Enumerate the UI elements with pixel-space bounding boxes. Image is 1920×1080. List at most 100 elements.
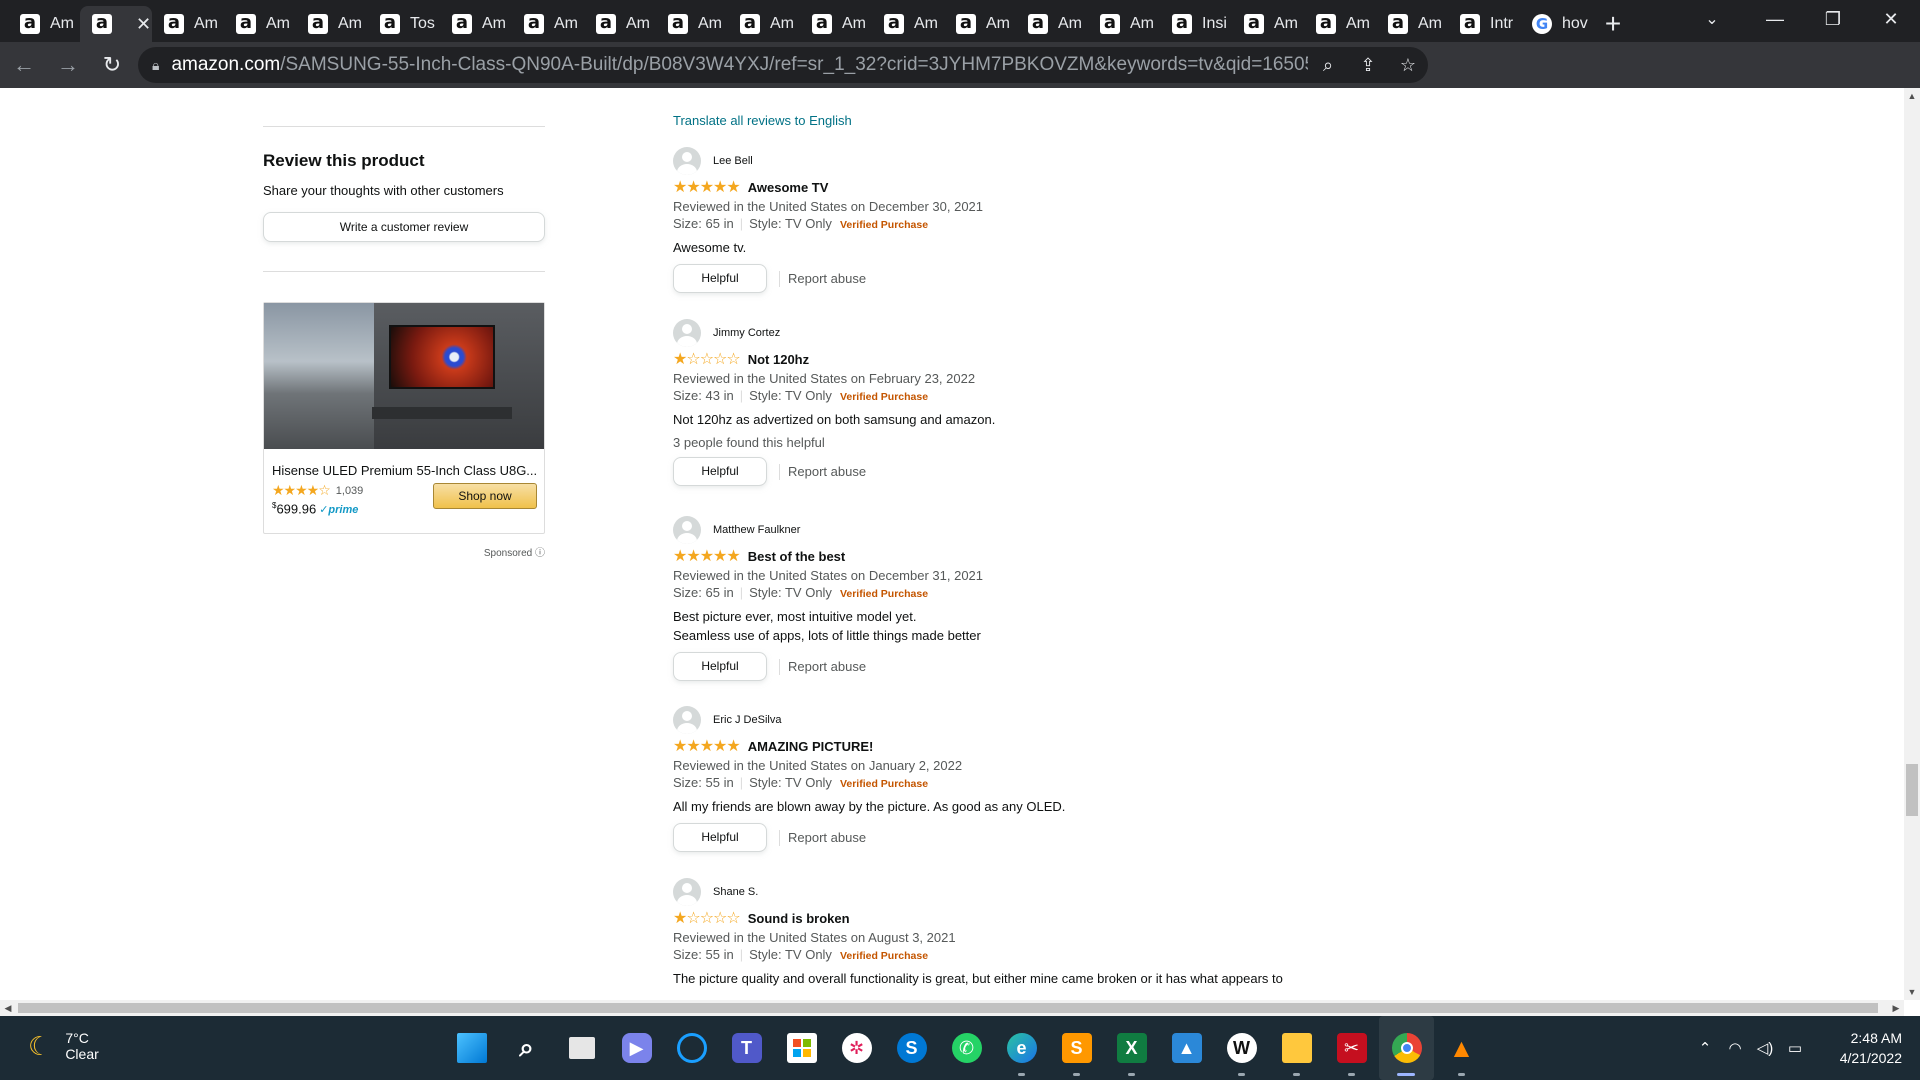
clock[interactable]: 2:48 AM 4/21/2022 [1810,1028,1920,1068]
taskbar-slack[interactable]: ✲ [829,1016,884,1080]
review-title[interactable]: Sound is broken [748,911,850,926]
taskbar-vlc[interactable]: ▲ [1434,1016,1489,1080]
review-author[interactable]: Eric J DeSilva [673,706,1333,734]
browser-tab[interactable]: a Am [1232,6,1304,42]
report-abuse-link[interactable]: Report abuse [779,463,866,480]
browser-tab[interactable]: a Am [1016,6,1088,42]
shop-now-button[interactable]: Shop now [433,483,537,509]
browser-tab[interactable]: a Intr [1448,6,1520,42]
ad-rating-count[interactable]: 1,039 [336,485,364,497]
taskbar-skype[interactable]: S [884,1016,939,1080]
review-title[interactable]: Best of the best [748,549,846,564]
review-size[interactable]: Size: 55 in [673,947,734,962]
star-rating[interactable]: ★★★★★ [673,177,741,197]
browser-tab[interactable]: a Am [1088,6,1160,42]
taskbar-chat[interactable]: ▶ [609,1016,664,1080]
review-author[interactable]: Lee Bell [673,147,1333,175]
taskbar-search[interactable]: ⌕ [499,1016,554,1080]
star-rating[interactable]: ★☆☆☆☆ [673,908,741,928]
browser-tab[interactable]: a Am [512,6,584,42]
browser-tab[interactable]: a Am [944,6,1016,42]
browser-tab[interactable]: a Am [296,6,368,42]
report-abuse-link[interactable]: Report abuse [779,270,866,287]
review-size[interactable]: Size: 43 in [673,388,734,403]
close-tab-icon[interactable]: ✕ [136,14,151,35]
bookmark-star-icon[interactable]: ☆ [1388,55,1428,76]
share-icon[interactable]: ⇪ [1348,55,1388,76]
taskbar-chrome[interactable] [1379,1016,1434,1080]
helpful-button[interactable]: Helpful [673,652,767,681]
helpful-button[interactable]: Helpful [673,264,767,293]
ad-product-title[interactable]: Hisense ULED Premium 55-Inch Class U8G..… [272,463,538,478]
browser-tab[interactable]: a Am [728,6,800,42]
reload-button[interactable]: ↻ [92,45,132,85]
show-hidden-icons-icon[interactable]: ⌃ [1690,1039,1720,1057]
weather-widget[interactable]: ☾ 7°C Clear [28,1030,99,1062]
browser-tab[interactable]: a Am [1376,6,1448,42]
taskbar-file-explorer[interactable] [1269,1016,1324,1080]
review-author[interactable]: Shane S. [673,878,1333,906]
restore-button[interactable]: ❐ [1804,0,1862,38]
helpful-button[interactable]: Helpful [673,823,767,852]
taskbar-cortana[interactable] [664,1016,719,1080]
back-button[interactable]: ← [4,45,44,85]
horizontal-scrollbar[interactable]: ◀ ▶ [0,1000,1904,1016]
report-abuse-link[interactable]: Report abuse [779,658,866,675]
taskbar-edge[interactable]: e [994,1016,1049,1080]
wifi-icon[interactable]: ◠ [1720,1039,1750,1057]
browser-tab[interactable]: a Am [8,6,80,42]
taskbar-photos[interactable]: ▲ [1159,1016,1214,1080]
scroll-thumb[interactable] [1906,764,1918,816]
review-style[interactable]: Style: TV Only [749,775,832,790]
star-rating[interactable]: ★☆☆☆☆ [673,349,741,369]
browser-tab[interactable]: a Am [656,6,728,42]
tab-search-icon[interactable]: ⌄ [1688,0,1736,38]
close-window-button[interactable]: ✕ [1862,0,1920,38]
review-size[interactable]: Size: 65 in [673,216,734,231]
scroll-right-arrow[interactable]: ▶ [1888,1000,1904,1016]
battery-icon[interactable]: ▭ [1780,1039,1810,1057]
taskbar-excel[interactable]: X [1104,1016,1159,1080]
address-bar[interactable]: 🔒︎ amazon.com/SAMSUNG-55-Inch-Class-QN90… [138,47,1428,83]
minimize-button[interactable]: — [1746,0,1804,38]
taskbar-teams[interactable]: T [719,1016,774,1080]
review-title[interactable]: Awesome TV [748,180,829,195]
sponsored-ad[interactable]: Hisense ULED Premium 55-Inch Class U8G..… [263,302,545,534]
browser-tab[interactable]: Ghov [1520,6,1592,42]
taskbar-task-view[interactable] [554,1016,609,1080]
review-size[interactable]: Size: 65 in [673,585,734,600]
reviewer-name[interactable]: Shane S. [713,886,758,898]
taskbar-sublime[interactable]: S [1049,1016,1104,1080]
reviewer-name[interactable]: Jimmy Cortez [713,327,780,339]
browser-tab[interactable]: a ✕ [80,6,152,42]
taskbar-store[interactable] [774,1016,829,1080]
browser-tab[interactable]: a Am [1304,6,1376,42]
review-style[interactable]: Style: TV Only [749,216,832,231]
review-title[interactable]: Not 120hz [748,352,809,367]
sponsored-label[interactable]: Sponsored ⓘ [263,544,545,559]
star-rating[interactable]: ★★★★★ [673,546,741,566]
vertical-scrollbar[interactable]: ▲ ▼ [1904,88,1920,1000]
forward-button[interactable]: → [48,45,88,85]
ad-product-image[interactable] [264,303,544,449]
report-abuse-link[interactable]: Report abuse [779,829,866,846]
scroll-left-arrow[interactable]: ◀ [0,1000,16,1016]
zoom-icon[interactable]: ⌕ [1308,55,1348,76]
reviewer-name[interactable]: Lee Bell [713,155,753,167]
browser-tab[interactable]: a Tos [368,6,440,42]
browser-tab[interactable]: a Am [152,6,224,42]
new-tab-button[interactable]: + [1592,6,1634,42]
review-size[interactable]: Size: 55 in [673,775,734,790]
browser-tab[interactable]: a Am [584,6,656,42]
review-author[interactable]: Jimmy Cortez [673,319,1333,347]
browser-tab[interactable]: a Am [440,6,512,42]
scroll-down-arrow[interactable]: ▼ [1904,984,1920,1000]
review-title[interactable]: AMAZING PICTURE! [748,739,874,754]
browser-tab[interactable]: a Am [224,6,296,42]
review-author[interactable]: Matthew Faulkner [673,516,1333,544]
horizontal-scroll-thumb[interactable] [18,1003,1878,1013]
taskbar-snip[interactable]: ✂ [1324,1016,1379,1080]
review-style[interactable]: Style: TV Only [749,947,832,962]
taskbar-whatsapp[interactable]: ✆ [939,1016,994,1080]
reviewer-name[interactable]: Eric J DeSilva [713,714,781,726]
